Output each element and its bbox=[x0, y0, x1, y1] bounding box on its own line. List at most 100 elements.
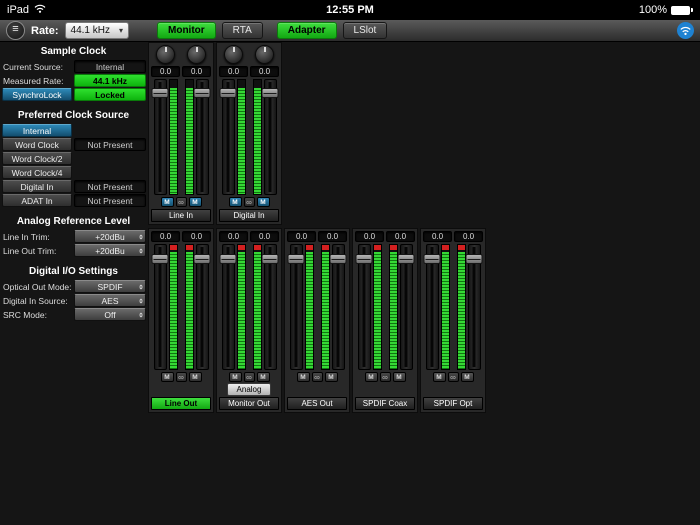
fader-meter-area bbox=[423, 244, 450, 370]
fader-handle[interactable] bbox=[397, 253, 415, 264]
fader-handle[interactable] bbox=[261, 253, 279, 264]
clock-source-button[interactable]: SynchroLock bbox=[2, 88, 72, 101]
fader-track[interactable] bbox=[397, 244, 415, 370]
clock-source-button[interactable]: Digital In bbox=[2, 180, 72, 193]
mute-button[interactable]: M bbox=[324, 372, 338, 382]
mute-button[interactable]: M bbox=[460, 372, 474, 382]
stereo-link-icon[interactable]: ∞ bbox=[311, 372, 323, 382]
gain-knob[interactable] bbox=[156, 45, 175, 64]
value-dropdown[interactable]: Off bbox=[74, 308, 146, 321]
group-label[interactable]: Digital In bbox=[219, 209, 279, 222]
level-meter bbox=[320, 244, 330, 370]
group-label[interactable]: Line Out bbox=[151, 397, 211, 410]
settings-row: ADAT In Not Present bbox=[2, 194, 146, 207]
group-label[interactable]: SPDIF Opt bbox=[423, 397, 483, 410]
stereo-link-icon[interactable]: ∞ bbox=[175, 197, 187, 207]
level-meter bbox=[388, 244, 398, 370]
value-text: Internal bbox=[95, 61, 125, 72]
mute-button[interactable]: M bbox=[228, 372, 242, 382]
mute-button[interactable]: M bbox=[188, 197, 202, 207]
group-label[interactable]: Line In bbox=[151, 209, 211, 222]
group-label[interactable]: AES Out bbox=[287, 397, 347, 410]
fader-handle[interactable] bbox=[465, 253, 483, 264]
fader-meter-area bbox=[287, 244, 314, 370]
tab-monitor[interactable]: Monitor bbox=[157, 22, 216, 39]
clock-source-button[interactable]: Internal bbox=[2, 124, 72, 137]
gain-knob[interactable] bbox=[224, 45, 243, 64]
fader-track[interactable] bbox=[151, 244, 169, 370]
fader-track[interactable] bbox=[219, 79, 237, 195]
group-label[interactable]: SPDIF Coax bbox=[355, 397, 415, 410]
clock-source-button[interactable]: Word Clock/2 bbox=[2, 152, 72, 165]
fader-handle[interactable] bbox=[261, 87, 279, 98]
stereo-link-icon[interactable]: ∞ bbox=[243, 372, 255, 382]
settings-row: Digital In Not Present bbox=[2, 180, 146, 193]
fader-handle[interactable] bbox=[151, 87, 169, 98]
tab-rta[interactable]: RTA bbox=[221, 22, 263, 39]
mute-button[interactable]: M bbox=[392, 372, 406, 382]
level-display: 0.0 bbox=[182, 66, 211, 77]
gain-knob[interactable] bbox=[187, 45, 206, 64]
network-icon[interactable] bbox=[677, 22, 694, 39]
fader-handle[interactable] bbox=[193, 253, 211, 264]
value-dropdown[interactable]: +20dBu bbox=[74, 244, 146, 257]
value-text: SPDIF bbox=[97, 281, 123, 292]
fader-handle[interactable] bbox=[329, 253, 347, 264]
mute-button[interactable]: M bbox=[160, 372, 174, 382]
fader-handle[interactable] bbox=[355, 253, 373, 264]
level-display: 0.0 bbox=[355, 231, 384, 242]
stereo-link-icon[interactable]: ∞ bbox=[175, 372, 187, 382]
fader-track[interactable] bbox=[287, 244, 305, 370]
stereo-link-icon[interactable]: ∞ bbox=[243, 197, 255, 207]
fader-track[interactable] bbox=[193, 244, 211, 370]
fader-handle[interactable] bbox=[287, 253, 305, 264]
meter-fill bbox=[389, 252, 397, 369]
group-label[interactable]: Monitor Out bbox=[219, 397, 279, 410]
mute-button[interactable]: M bbox=[364, 372, 378, 382]
gain-knob[interactable] bbox=[255, 45, 274, 64]
fader-track[interactable] bbox=[261, 244, 279, 370]
device-name: iPad bbox=[7, 4, 30, 16]
rate-select[interactable]: 44.1 kHz ▾ bbox=[64, 22, 129, 39]
mute-button[interactable]: M bbox=[228, 197, 242, 207]
fader-track[interactable] bbox=[465, 244, 483, 370]
tab-lslot[interactable]: LSlot bbox=[342, 22, 388, 39]
level-display: 0.0 bbox=[151, 66, 180, 77]
fader-handle[interactable] bbox=[151, 253, 169, 264]
value-dropdown[interactable]: SPDIF bbox=[74, 280, 146, 293]
mute-button[interactable]: M bbox=[188, 372, 202, 382]
level-meter bbox=[252, 244, 262, 370]
fader-track[interactable] bbox=[329, 244, 347, 370]
fader-track[interactable] bbox=[423, 244, 441, 370]
settings-row: Optical Out Mode: SPDIF bbox=[2, 280, 146, 293]
fader-track[interactable] bbox=[219, 244, 237, 370]
fader-track[interactable] bbox=[261, 79, 279, 195]
fader-handle[interactable] bbox=[219, 253, 237, 264]
fader-track[interactable] bbox=[151, 79, 169, 195]
value-dropdown[interactable]: AES bbox=[74, 294, 146, 307]
tab-adapter[interactable]: Adapter bbox=[276, 22, 337, 39]
value-display: Locked bbox=[74, 88, 146, 101]
stepper-arrows-icon bbox=[139, 296, 143, 305]
stereo-link-icon[interactable]: ∞ bbox=[379, 372, 391, 382]
clock-source-button[interactable]: ADAT In bbox=[2, 194, 72, 207]
mute-button[interactable]: M bbox=[256, 372, 270, 382]
analog-button[interactable]: Analog bbox=[226, 383, 272, 396]
channel-group: 0.0 0.0 M ∞ M Line Out bbox=[148, 228, 214, 413]
mute-button[interactable]: M bbox=[432, 372, 446, 382]
fader-handle[interactable] bbox=[193, 87, 211, 98]
menu-button[interactable]: ≡ bbox=[6, 21, 25, 40]
clock-source-button[interactable]: Word Clock bbox=[2, 138, 72, 151]
fader-handle[interactable] bbox=[423, 253, 441, 264]
mute-button[interactable]: M bbox=[256, 197, 270, 207]
clip-indicator bbox=[441, 245, 449, 250]
mute-button[interactable]: M bbox=[160, 197, 174, 207]
mute-button[interactable]: M bbox=[296, 372, 310, 382]
value-dropdown[interactable]: +20dBu bbox=[74, 230, 146, 243]
stereo-link-icon[interactable]: ∞ bbox=[447, 372, 459, 382]
fader-handle[interactable] bbox=[219, 87, 237, 98]
fader-track[interactable] bbox=[193, 79, 211, 195]
section-title: Digital I/O Settings bbox=[29, 266, 118, 277]
clock-source-button[interactable]: Word Clock/4 bbox=[2, 166, 72, 179]
fader-track[interactable] bbox=[355, 244, 373, 370]
